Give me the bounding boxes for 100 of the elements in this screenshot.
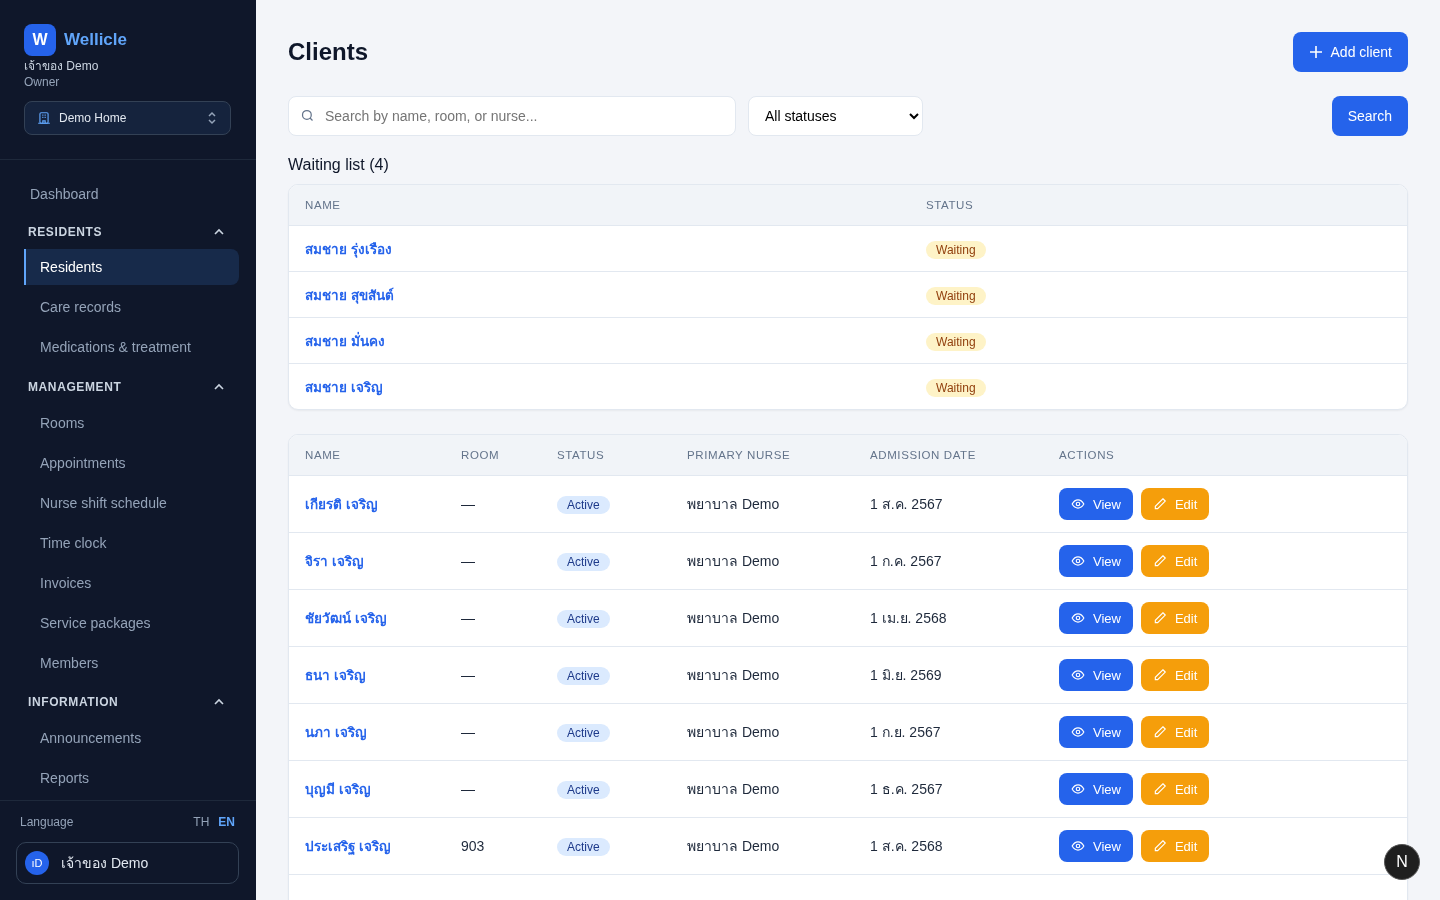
client-name-link[interactable]: นภา เจริญ [305, 725, 367, 740]
language-option[interactable]: TH [193, 815, 210, 829]
table-cell-text: 1 ส.ค. 2568 [870, 837, 944, 856]
nav-item[interactable]: Care records [24, 289, 239, 326]
eye-icon [1071, 554, 1085, 568]
eye-icon [1071, 668, 1085, 682]
nav-item[interactable]: Dashboard [24, 180, 239, 208]
plus-icon [1308, 45, 1323, 59]
client-name-link[interactable]: ชัยวัฒน์ เจริญ [305, 611, 387, 626]
client-name-link[interactable]: เกียรติ เจริญ [305, 497, 378, 512]
table-cell-text: — [461, 496, 476, 512]
nav-section-header[interactable]: MANAGEMENT [24, 369, 239, 405]
account-card[interactable]: ıD เจ้าของ Demo [16, 842, 239, 884]
client-name-link[interactable]: สมชาย เจริญ [305, 379, 383, 395]
nav-item[interactable]: Nurse shift schedule [24, 484, 239, 521]
view-button[interactable]: View [1059, 602, 1133, 634]
nav-section-header[interactable]: INFORMATION [24, 684, 239, 720]
view-button[interactable]: View [1059, 545, 1133, 577]
chevron-icon [213, 227, 225, 236]
pencil-icon [1152, 668, 1167, 682]
table-cell-text: พยาบาล Demo [687, 495, 781, 514]
table-cell-text: 1 มิ.ย. 2569 [870, 666, 943, 685]
building-icon [37, 111, 51, 125]
search-field[interactable]: Search by name, room, or nurse... [288, 96, 736, 136]
table-cell-text: 1 ก.ค. 2567 [870, 552, 943, 571]
search-icon [300, 108, 315, 123]
search-button[interactable]: Search [1331, 96, 1408, 136]
client-name-link[interactable]: จิรา เจริญ [305, 554, 364, 569]
table-cell-text: พยาบาล Demo [687, 552, 781, 571]
table-cell-text: — [461, 667, 476, 683]
status-badge: Active [557, 496, 610, 514]
logo-icon: W [24, 24, 56, 56]
pencil-icon [1152, 611, 1167, 625]
status-select[interactable]: All statuses [748, 96, 923, 136]
nav-section-header[interactable]: RESIDENTS [24, 214, 239, 250]
client-name-link[interactable]: บุญมี เจริญ [305, 782, 371, 797]
nav-item[interactable]: Appointments [24, 444, 239, 481]
view-button[interactable]: View [1059, 488, 1133, 520]
account-name: เจ้าของ Demo [61, 854, 149, 873]
table-cell-text: — [461, 553, 476, 569]
client-name-link[interactable]: สมชาย สุขสันต์ [305, 287, 394, 303]
nav-item[interactable]: Time clock [24, 524, 239, 561]
column-header: ACTIONS [1059, 449, 1116, 461]
column-header: PRIMARY NURSE [687, 449, 792, 461]
column-header: STATUS [557, 449, 606, 461]
view-button[interactable]: View [1059, 830, 1133, 862]
page-title: Clients [288, 38, 368, 66]
home-select[interactable]: Demo Home [24, 101, 231, 135]
pencil-icon [1152, 497, 1167, 511]
status-badge: Active [557, 610, 610, 628]
table-cell-text: พยาบาล Demo [687, 723, 781, 742]
view-button[interactable]: View [1059, 716, 1133, 748]
status-badge: Active [557, 781, 610, 799]
nav-item[interactable]: Invoices [24, 564, 239, 601]
table-cell-text: พยาบาล Demo [687, 666, 781, 685]
status-badge: Waiting [926, 332, 986, 351]
status-badge: Waiting [926, 378, 986, 397]
avatar: ıD [25, 851, 49, 875]
table-cell-text: 1 เม.ย. 2568 [870, 609, 948, 628]
table-cell-text: พยาบาล Demo [687, 837, 781, 856]
user-role: Owner [24, 75, 61, 89]
client-name-link[interactable]: ธนา เจริญ [305, 668, 366, 683]
status-badge: Waiting [926, 286, 986, 305]
eye-icon [1071, 611, 1085, 625]
client-name-link[interactable]: ประเสริฐ เจริญ [305, 839, 391, 854]
table-cell-text: พยาบาล Demo [687, 780, 781, 799]
table-cell-text: พยาบาล Demo [687, 609, 781, 628]
eye-icon [1071, 782, 1085, 796]
chevron-icon [213, 698, 225, 707]
table-cell-text: — [461, 610, 476, 626]
nav-item[interactable]: Medications & treatment [24, 329, 239, 366]
pencil-icon [1152, 782, 1167, 796]
view-button[interactable]: View [1059, 773, 1133, 805]
language-option[interactable]: EN [218, 815, 235, 829]
nav-item[interactable]: Residents [24, 249, 239, 286]
status-badge: Waiting [926, 240, 986, 259]
status-badge: Active [557, 667, 610, 685]
nav-item[interactable]: Rooms [24, 404, 239, 441]
add-client-button[interactable]: Add client [1292, 32, 1408, 72]
pencil-icon [1152, 554, 1167, 568]
table-cell-text: 1 ส.ค. 2567 [870, 495, 944, 514]
client-name-link[interactable]: สมชาย รุ่งเรือง [305, 241, 392, 257]
eye-icon [1071, 839, 1085, 853]
view-button[interactable]: View [1059, 659, 1133, 691]
dev-badge-button[interactable]: N [1384, 844, 1420, 880]
nav-item[interactable]: Members [24, 644, 239, 681]
chevrons-icon [206, 111, 218, 125]
status-badge: Active [557, 838, 610, 856]
column-header: ADMISSION DATE [870, 449, 977, 461]
column-header: ROOM [461, 449, 501, 461]
table-cell-text: — [461, 724, 476, 740]
nav-item[interactable]: Reports [24, 760, 239, 796]
status-badge: Active [557, 724, 610, 742]
table-cell-text: 1 ธ.ค. 2567 [870, 780, 944, 799]
nav-item[interactable]: Announcements [24, 720, 239, 756]
eye-icon [1071, 497, 1085, 511]
nav-item[interactable]: Service packages [24, 604, 239, 641]
table-cell-text: — [461, 781, 476, 797]
eye-icon [1071, 725, 1085, 739]
client-name-link[interactable]: สมชาย มั่นคง [305, 333, 385, 349]
